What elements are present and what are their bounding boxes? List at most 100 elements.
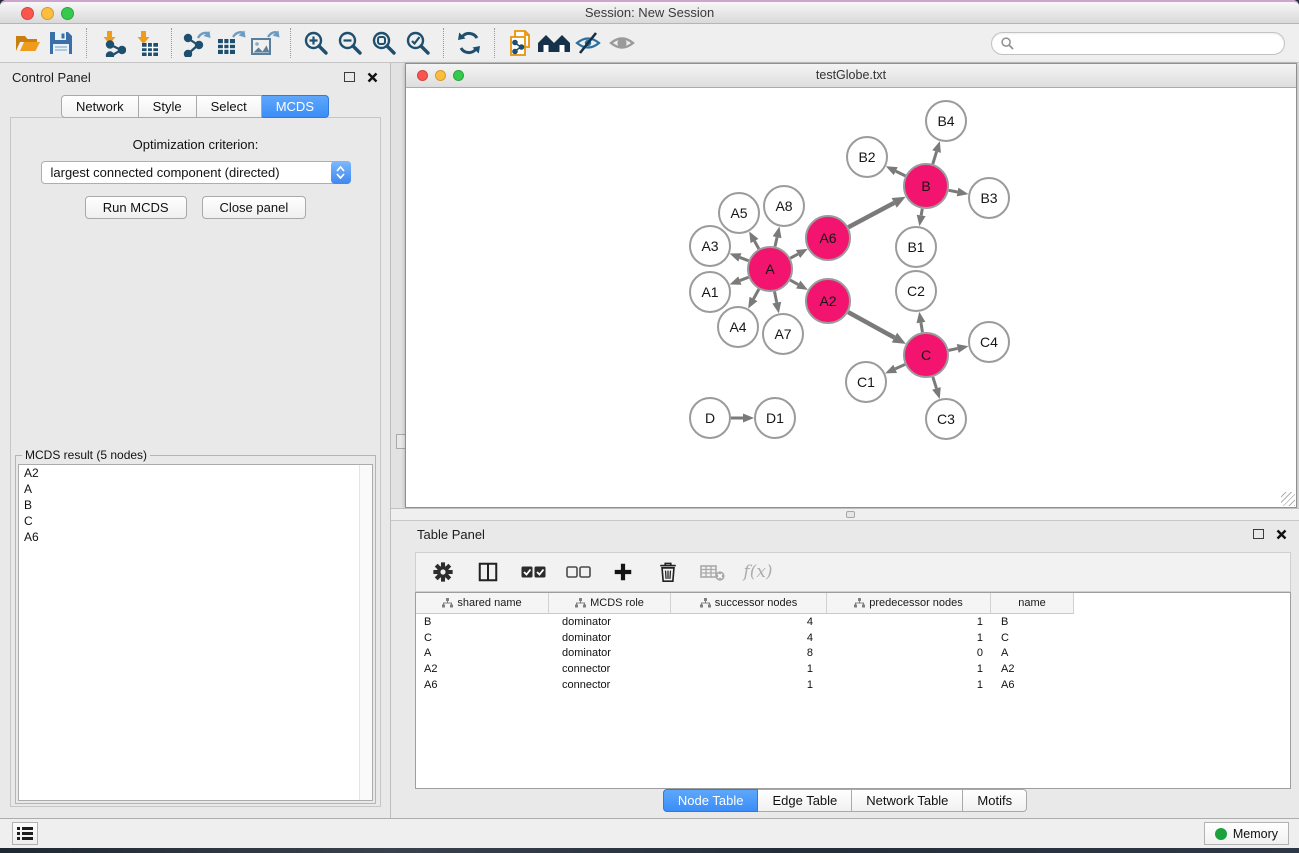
graph-edge[interactable]: [949, 348, 958, 350]
graph-edge[interactable]: [921, 209, 922, 216]
table-cell[interactable]: dominator: [549, 616, 671, 628]
tab-mcds[interactable]: MCDS: [262, 95, 329, 118]
table-cell[interactable]: B: [991, 616, 1074, 628]
graph-edge[interactable]: [896, 171, 906, 176]
export-image-button[interactable]: [248, 27, 282, 59]
show-details-button[interactable]: [605, 27, 639, 59]
export-table-button[interactable]: [214, 27, 248, 59]
table-cell[interactable]: 1: [827, 632, 991, 644]
graph-edge[interactable]: [933, 377, 937, 389]
table-cell[interactable]: A6: [991, 679, 1074, 691]
table-cell[interactable]: A6: [416, 679, 549, 691]
table-cell[interactable]: 4: [671, 616, 827, 628]
table-cell[interactable]: A: [991, 647, 1074, 659]
mcds-result-list[interactable]: A2ABCA6: [18, 464, 373, 801]
import-network-button[interactable]: [95, 27, 129, 59]
table-cell[interactable]: 4: [671, 632, 827, 644]
table-cell[interactable]: A2: [991, 663, 1074, 675]
close-panel-icon[interactable]: [1276, 529, 1287, 540]
graph-edge[interactable]: [775, 292, 777, 303]
task-history-button[interactable]: [12, 822, 38, 845]
tab-network[interactable]: Network: [61, 95, 139, 118]
graph-edge[interactable]: [949, 190, 958, 192]
list-item[interactable]: B: [19, 497, 372, 513]
graph-edge[interactable]: [754, 241, 758, 249]
tab-motifs[interactable]: Motifs: [963, 789, 1027, 812]
table-cell[interactable]: C: [416, 632, 549, 644]
column-header[interactable]: successor nodes: [671, 593, 827, 614]
graph-edge[interactable]: [848, 203, 894, 227]
search-input[interactable]: [1014, 36, 1275, 50]
show-column-button[interactable]: [475, 559, 501, 585]
search-box[interactable]: [991, 32, 1285, 55]
table-cell[interactable]: 1: [827, 616, 991, 628]
list-item[interactable]: A: [19, 481, 372, 497]
splitter-thumb[interactable]: [846, 511, 855, 518]
graph-edge[interactable]: [753, 289, 758, 299]
table-row[interactable]: Cdominator41C: [416, 630, 1290, 646]
table-row[interactable]: Adominator80A: [416, 646, 1290, 662]
close-panel-button[interactable]: Close panel: [202, 196, 307, 219]
table-cell[interactable]: A2: [416, 663, 549, 675]
delete-columns-button[interactable]: [655, 559, 681, 585]
table-cell[interactable]: connector: [549, 663, 671, 675]
save-session-button[interactable]: [44, 27, 78, 59]
select-all-columns-button[interactable]: [520, 559, 546, 585]
graph-edge[interactable]: [895, 364, 905, 368]
zoom-in-button[interactable]: [299, 27, 333, 59]
list-scrollbar[interactable]: [359, 465, 372, 800]
tab-style[interactable]: Style: [139, 95, 197, 118]
column-header[interactable]: predecessor nodes: [827, 593, 991, 614]
table-cell[interactable]: 0: [827, 647, 991, 659]
table-cell[interactable]: A: [416, 647, 549, 659]
horizontal-splitter[interactable]: [391, 508, 1299, 521]
create-column-button[interactable]: [610, 559, 636, 585]
graph-edge[interactable]: [921, 323, 923, 333]
table-cell[interactable]: 1: [827, 663, 991, 675]
zoom-out-button[interactable]: [333, 27, 367, 59]
table-cell[interactable]: dominator: [549, 647, 671, 659]
new-network-from-selection-button[interactable]: [503, 27, 537, 59]
float-panel-icon[interactable]: [344, 72, 355, 82]
column-header[interactable]: MCDS role: [549, 593, 671, 614]
list-item[interactable]: A2: [19, 465, 372, 481]
network-canvas[interactable]: AA1A2A3A4A5A6A7A8BB1B2B3B4CC1C2C3C4DD1: [406, 88, 1296, 507]
table-cell[interactable]: 1: [671, 663, 827, 675]
float-panel-icon[interactable]: [1253, 529, 1264, 539]
table-cell[interactable]: B: [416, 616, 549, 628]
table-row[interactable]: A6connector11A6: [416, 677, 1290, 693]
table-cell[interactable]: 1: [827, 679, 991, 691]
tab-edge-table[interactable]: Edge Table: [758, 789, 852, 812]
table-cell[interactable]: C: [991, 632, 1074, 644]
close-panel-icon[interactable]: [367, 72, 378, 83]
open-session-button[interactable]: [10, 27, 44, 59]
hide-details-button[interactable]: [571, 27, 605, 59]
function-builder-button[interactable]: f(x): [745, 559, 771, 585]
table-cell[interactable]: dominator: [549, 632, 671, 644]
zoom-fit-button[interactable]: [367, 27, 401, 59]
resize-grip-icon[interactable]: [1281, 492, 1295, 506]
table-row[interactable]: Bdominator41B: [416, 614, 1290, 630]
zoom-selected-button[interactable]: [401, 27, 435, 59]
criterion-dropdown[interactable]: largest connected component (directed): [41, 161, 351, 184]
graph-edge[interactable]: [790, 254, 798, 258]
list-item[interactable]: C: [19, 513, 372, 529]
memory-button[interactable]: Memory: [1204, 822, 1289, 845]
graph-edge[interactable]: [740, 277, 749, 280]
list-item[interactable]: A6: [19, 529, 372, 545]
column-header[interactable]: name: [991, 593, 1074, 614]
run-mcds-button[interactable]: Run MCDS: [85, 196, 187, 219]
refresh-view-button[interactable]: [452, 27, 486, 59]
graph-edge[interactable]: [848, 312, 894, 338]
table-settings-button[interactable]: [430, 559, 456, 585]
delete-table-button[interactable]: [700, 559, 726, 585]
node-table[interactable]: shared nameMCDS rolesuccessor nodesprede…: [415, 592, 1291, 789]
export-network-button[interactable]: [180, 27, 214, 59]
table-row[interactable]: A2connector11A2: [416, 661, 1290, 677]
table-cell[interactable]: connector: [549, 679, 671, 691]
graph-edge[interactable]: [775, 237, 777, 246]
unselect-all-columns-button[interactable]: [565, 559, 591, 585]
home-networks-button[interactable]: [537, 27, 571, 59]
tab-network-table[interactable]: Network Table: [852, 789, 963, 812]
graph-edge[interactable]: [933, 152, 937, 164]
